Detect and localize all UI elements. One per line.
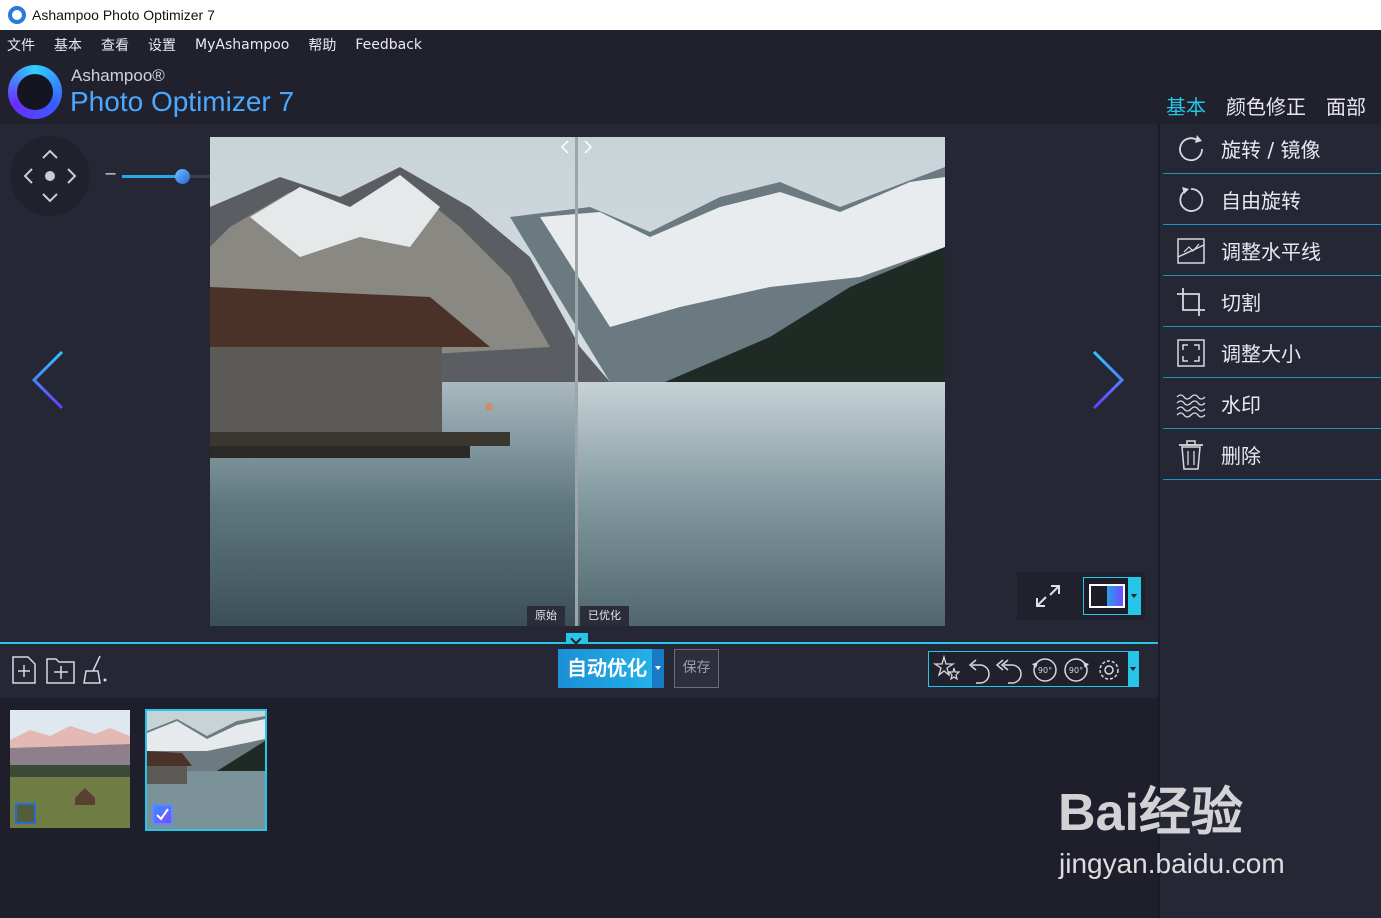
thumbnail-checkbox[interactable]: [15, 803, 36, 824]
tool-adjust-horizon[interactable]: 调整水平线: [1163, 226, 1381, 276]
fullscreen-icon[interactable]: [1033, 582, 1063, 610]
menu-basic[interactable]: 基本: [54, 35, 82, 55]
resize-icon: [1177, 338, 1205, 367]
settings-gear-icon[interactable]: [1099, 660, 1119, 680]
watermark-logo-text: Bai经验: [1058, 784, 1243, 842]
tool-label: 删除: [1221, 444, 1261, 468]
tool-rotate-mirror[interactable]: 旋转 / 镜像: [1163, 124, 1381, 174]
zoom-fill: [122, 175, 182, 178]
app-window: Ashampoo Photo Optimizer 7 文件 基本 查看 设置 M…: [0, 0, 1381, 918]
horizon-icon: [1177, 237, 1205, 264]
compare-mode-button[interactable]: [1083, 577, 1141, 615]
tool-crop[interactable]: 切割: [1163, 277, 1381, 327]
logo-brand: Ashampoo®: [71, 66, 165, 85]
bottom-toolbar: 自动优化 保存 90° 90°: [0, 644, 1158, 698]
baidu-watermark: Bai经验 jingyan.baidu.com: [1058, 770, 1285, 879]
mode-tabs: 基本 颜色修正 面部: [1146, 91, 1366, 120]
clear-broom-icon[interactable]: [80, 653, 114, 687]
free-rotate-icon: [1179, 186, 1204, 212]
trash-icon: [1179, 439, 1203, 470]
svg-text:90°: 90°: [1038, 666, 1052, 675]
add-file-icon[interactable]: [8, 653, 42, 687]
menu-bar: 文件 基本 查看 设置 MyAshampoo 帮助 Feedback: [0, 30, 1381, 60]
zoom-out-button[interactable]: −: [104, 164, 117, 183]
menu-settings[interactable]: 设置: [148, 35, 176, 55]
pan-arrows-icon: [23, 149, 77, 203]
previous-image-arrow-icon[interactable]: [30, 350, 66, 410]
rotate-left-90-icon[interactable]: 90°: [1032, 658, 1057, 682]
lake-photo-image: [210, 137, 945, 626]
filmstrip: [0, 698, 1158, 918]
compare-dropdown-chevron-icon[interactable]: [1128, 578, 1140, 614]
tool-watermark[interactable]: 水印: [1163, 379, 1381, 429]
tool-label: 旋转 / 镜像: [1221, 138, 1321, 162]
watermark-icon: [1176, 393, 1206, 418]
thumbnail-alpine-meadow[interactable]: [10, 710, 130, 828]
crop-icon: [1177, 287, 1205, 316]
zoom-handle[interactable]: [175, 169, 190, 184]
app-icon: [8, 6, 26, 24]
tool-label: 切割: [1221, 291, 1261, 315]
auto-optimize-button[interactable]: 自动优化: [558, 649, 664, 688]
menu-file[interactable]: 文件: [7, 35, 35, 55]
checkmark-icon: [156, 808, 169, 821]
tool-label: 自由旋转: [1221, 189, 1301, 213]
tab-basic[interactable]: 基本: [1166, 91, 1206, 120]
tool-resize[interactable]: 调整大小: [1163, 328, 1381, 378]
pan-control[interactable]: [10, 136, 90, 216]
magic-stars-icon[interactable]: [932, 654, 961, 681]
window-title: Ashampoo Photo Optimizer 7: [32, 7, 215, 23]
menu-feedback[interactable]: Feedback: [355, 37, 422, 53]
tool-label: 调整水平线: [1221, 240, 1321, 264]
edit-tools-icons: 90° 90°: [932, 654, 1119, 684]
svg-text:90°: 90°: [1069, 666, 1083, 675]
title-bar: Ashampoo Photo Optimizer 7: [0, 0, 1381, 30]
menu-view[interactable]: 查看: [101, 35, 129, 55]
tab-color-correction[interactable]: 颜色修正: [1226, 91, 1306, 120]
edit-tools-dropdown-icon[interactable]: [1128, 652, 1138, 686]
auto-optimize-dropdown-icon[interactable]: [652, 649, 664, 688]
menu-myashampoo[interactable]: MyAshampoo: [195, 37, 289, 53]
app-header: Ashampoo® Photo Optimizer 7 基本 颜色修正 面部: [0, 60, 1381, 124]
photo-preview[interactable]: [210, 137, 945, 626]
collapse-chevron-icon[interactable]: [566, 633, 588, 643]
logo-ring-icon: [8, 65, 62, 119]
tool-label: 水印: [1221, 393, 1261, 417]
original-label: 原始: [527, 606, 565, 626]
menu-help[interactable]: 帮助: [308, 35, 336, 55]
optimized-label: 已优化: [580, 606, 629, 626]
tool-free-rotate[interactable]: 自由旋转: [1163, 175, 1381, 225]
undo-all-icon[interactable]: [995, 659, 1022, 684]
undo-icon[interactable]: [968, 659, 990, 684]
watermark-url: jingyan.baidu.com: [1059, 848, 1285, 879]
tool-delete[interactable]: 删除: [1163, 430, 1381, 480]
thumbnail-lake-boathouse[interactable]: [145, 709, 267, 831]
edit-tools-group: 90° 90°: [928, 651, 1139, 687]
add-folder-icon[interactable]: [44, 653, 78, 687]
save-button[interactable]: 保存: [674, 649, 719, 688]
tab-face[interactable]: 面部: [1326, 91, 1366, 120]
rotate-right-90-icon[interactable]: 90°: [1064, 658, 1089, 682]
preview-area: − +: [0, 124, 1158, 642]
auto-optimize-label: 自动优化: [567, 656, 647, 680]
next-image-arrow-icon[interactable]: [1090, 350, 1126, 410]
thumbnail-checkbox-checked[interactable]: [152, 804, 173, 825]
logo-product: Photo Optimizer 7: [70, 86, 295, 117]
view-controls: [1017, 572, 1145, 620]
split-view-icon: [1089, 584, 1125, 608]
tool-label: 调整大小: [1221, 342, 1301, 366]
rotate-icon: [1179, 134, 1203, 161]
